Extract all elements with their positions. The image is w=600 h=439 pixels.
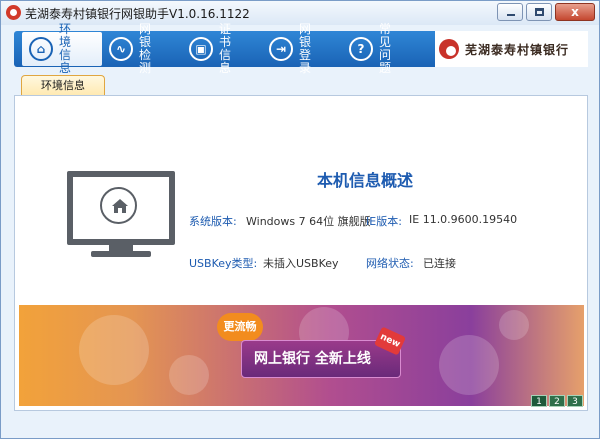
usbkey-type-value: 未插入USBKey bbox=[263, 257, 339, 270]
certificate-icon: ▣ bbox=[189, 37, 213, 61]
nav-item-label: 常见问题 bbox=[379, 22, 398, 75]
banner-pager: 1 2 3 bbox=[531, 395, 583, 407]
app-window: 芜湖泰寿村镇银行网银助手V1.0.16.1122 x ⌂ 环境信息 ∿ 网银检测… bbox=[0, 0, 600, 439]
stethoscope-icon: ∿ bbox=[109, 37, 133, 61]
banner-bubble bbox=[439, 335, 499, 395]
tab-environment[interactable]: 环境信息 bbox=[21, 75, 105, 96]
home-icon bbox=[112, 199, 128, 213]
network-status-label: 网络状态: bbox=[366, 257, 414, 270]
close-icon: x bbox=[571, 5, 579, 19]
close-button[interactable]: x bbox=[555, 3, 595, 21]
ie-version-label: IE版本: bbox=[366, 215, 402, 228]
computer-monitor-icon bbox=[67, 171, 175, 245]
banner-bubble bbox=[169, 355, 209, 395]
usbkey-type-label: USBKey类型: bbox=[189, 257, 258, 270]
bank-brand: 芜湖泰寿村镇银行 bbox=[435, 31, 588, 67]
nav-item-environment[interactable]: ⌂ 环境信息 bbox=[22, 23, 102, 75]
network-status-value: 已连接 bbox=[423, 257, 456, 270]
bank-logo-icon bbox=[439, 39, 459, 59]
banner-bubble bbox=[79, 315, 149, 385]
house-icon: ⌂ bbox=[29, 37, 53, 61]
window-controls: x bbox=[497, 3, 595, 21]
minimize-icon bbox=[507, 14, 515, 16]
promo-banner[interactable]: 更流畅 网上银行 全新上线 new bbox=[19, 305, 584, 406]
question-icon: ? bbox=[349, 37, 373, 61]
nav-item-label: 网银检测 bbox=[139, 22, 158, 75]
app-logo-icon bbox=[6, 5, 21, 20]
overview-title: 本机信息概述 bbox=[317, 171, 414, 190]
banner-bubble bbox=[499, 310, 529, 340]
window-title: 芜湖泰寿村镇银行网银助手V1.0.16.1122 bbox=[25, 7, 250, 21]
nav-item-check[interactable]: ∿ 网银检测 bbox=[102, 23, 182, 75]
maximize-icon bbox=[535, 8, 544, 16]
banner-page-1[interactable]: 1 bbox=[531, 395, 547, 407]
banner-sticker: 更流畅 bbox=[217, 313, 263, 341]
minimize-button[interactable] bbox=[497, 3, 523, 21]
banner-page-3[interactable]: 3 bbox=[567, 395, 583, 407]
login-icon: ⇥ bbox=[269, 37, 293, 61]
nav-item-certificate[interactable]: ▣ 证书信息 bbox=[182, 23, 262, 75]
home-badge bbox=[100, 187, 137, 224]
nav-item-label: 环境信息 bbox=[59, 22, 78, 75]
nav-item-login[interactable]: ⇥ 网银登录 bbox=[262, 23, 342, 75]
maximize-button[interactable] bbox=[526, 3, 552, 21]
nav-item-label: 网银登录 bbox=[299, 22, 318, 75]
ie-version-value: IE 11.0.9600.19540 bbox=[409, 213, 518, 226]
os-version-value: Windows 7 64位 旗舰版 bbox=[246, 215, 371, 228]
os-version-label: 系统版本: bbox=[189, 215, 237, 228]
monitor-base bbox=[91, 251, 151, 257]
banner-page-2[interactable]: 2 bbox=[549, 395, 565, 407]
bank-name: 芜湖泰寿村镇银行 bbox=[465, 42, 570, 57]
nav-item-label: 证书信息 bbox=[219, 22, 238, 75]
nav-item-faq[interactable]: ? 常见问题 bbox=[342, 23, 422, 75]
